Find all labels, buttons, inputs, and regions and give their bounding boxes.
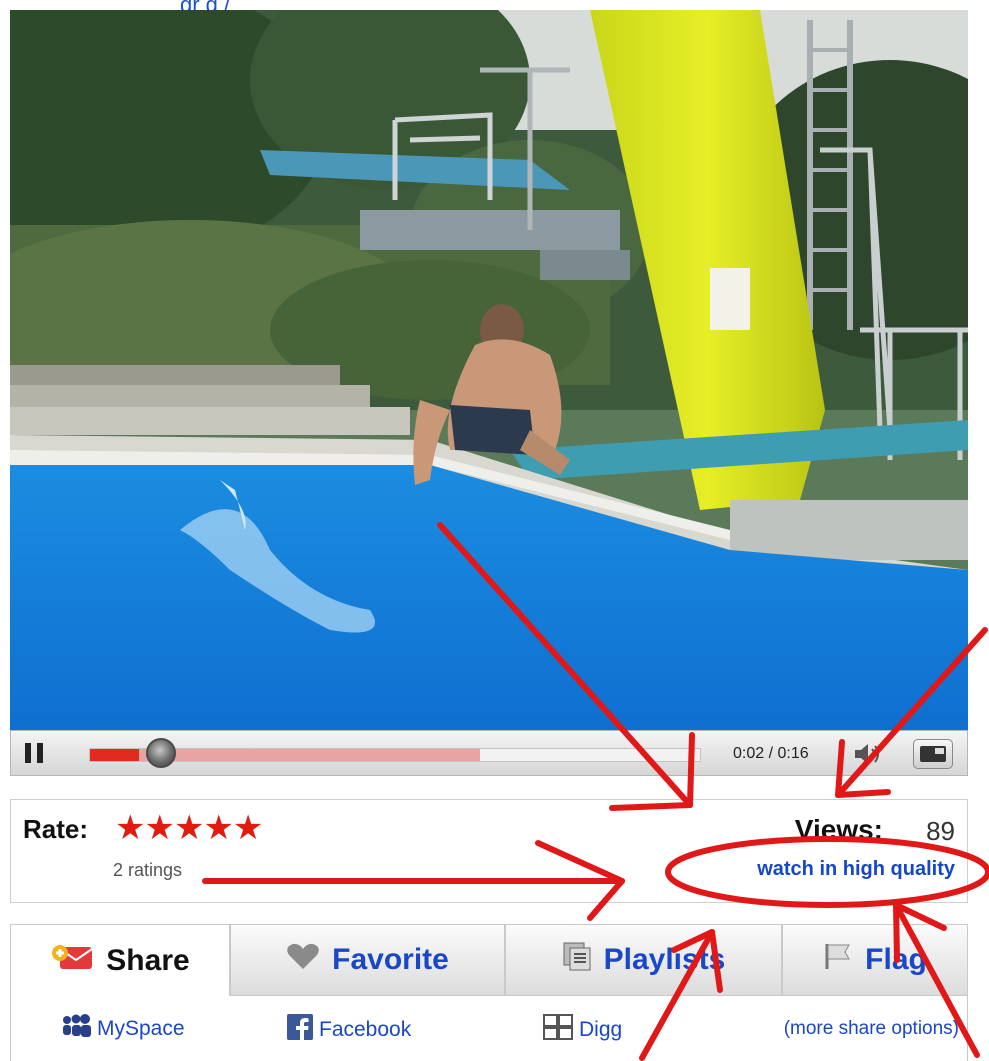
tab-share[interactable]: Share xyxy=(10,924,230,996)
flag-icon xyxy=(823,942,853,978)
fullscreen-icon xyxy=(920,746,946,762)
tab-playlists[interactable]: Playlists xyxy=(505,924,782,996)
pause-icon xyxy=(25,743,31,763)
tab-share-label: Share xyxy=(106,943,190,977)
rating-stars[interactable]: ★★★★★ xyxy=(115,808,263,848)
playlist-icon xyxy=(562,941,592,979)
myspace-icon xyxy=(61,1014,91,1044)
tab-favorite[interactable]: Favorite xyxy=(230,924,505,996)
views-label: Views: xyxy=(794,814,883,845)
digg-icon xyxy=(543,1014,573,1046)
tab-flag[interactable]: Flag xyxy=(782,924,968,996)
digg-label: Digg xyxy=(579,1018,623,1041)
views-value: 89 xyxy=(926,816,955,846)
tab-favorite-label: Favorite xyxy=(332,943,449,976)
share-envelope-icon xyxy=(50,943,94,979)
share-digg-link[interactable]: Digg xyxy=(543,1014,622,1046)
progress-played xyxy=(90,749,139,761)
myspace-label: MySpace xyxy=(97,1017,185,1040)
tab-flag-label: Flag xyxy=(865,943,927,976)
share-myspace-link[interactable]: MySpace xyxy=(61,1014,185,1044)
facebook-label: Facebook xyxy=(319,1018,412,1041)
speaker-icon xyxy=(855,744,879,764)
tab-playlists-label: Playlists xyxy=(603,943,726,976)
heart-icon xyxy=(286,942,320,978)
watch-high-quality-link[interactable]: watch in high quality xyxy=(757,858,955,881)
facebook-icon xyxy=(287,1014,313,1046)
ratings-count: 2 ratings xyxy=(113,860,183,880)
player-controls: 0:02 / 0:16 xyxy=(10,730,968,776)
video-scene xyxy=(10,10,968,730)
pause-button[interactable] xyxy=(25,743,43,763)
progress-bar[interactable] xyxy=(89,748,701,762)
rating-box: Rate: ★★★★★ 2 ratings Views: 89 watch in… xyxy=(10,799,968,903)
action-tabs: Share Favorite Playlists Flag xyxy=(10,924,968,996)
rate-label: Rate: xyxy=(23,814,89,844)
video-frame[interactable] xyxy=(10,10,968,730)
share-facebook-link[interactable]: Facebook xyxy=(287,1014,411,1046)
time-display: 0:02 / 0:16 xyxy=(733,745,809,762)
more-share-options-link[interactable]: (more share options) xyxy=(784,1018,959,1040)
scrubber-handle[interactable] xyxy=(145,738,176,768)
volume-button[interactable] xyxy=(853,742,883,766)
fullscreen-button[interactable] xyxy=(913,739,953,769)
share-links-row: MySpace Facebook Digg (more share option… xyxy=(10,996,968,1061)
